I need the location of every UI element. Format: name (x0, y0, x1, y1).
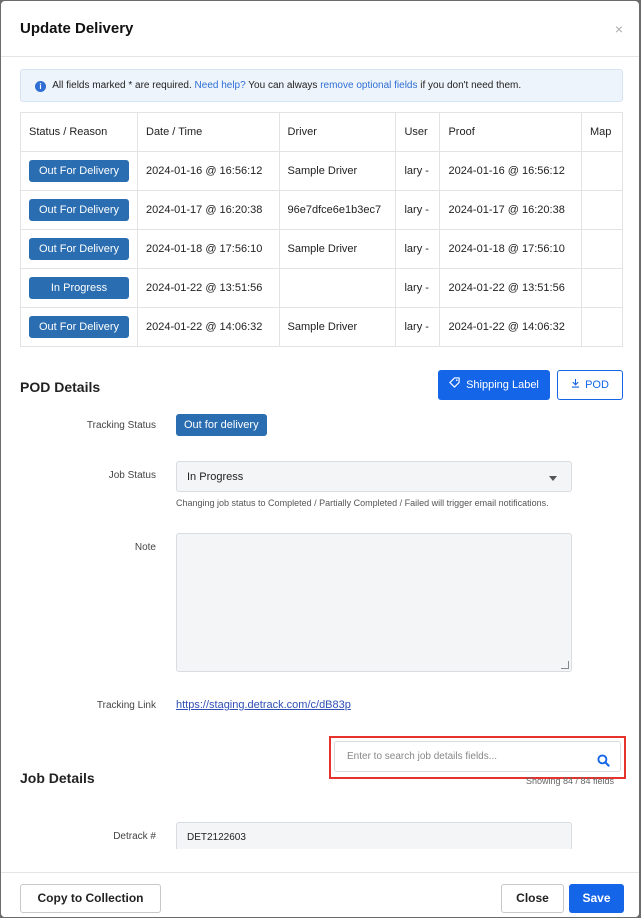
map-cell (580, 229, 624, 269)
status-badge[interactable]: In Progress (29, 277, 129, 299)
modal-header: Update Delivery × (1, 1, 639, 57)
driver-cell (278, 268, 397, 308)
user-cell: lary - (395, 268, 441, 308)
table-row: In Progress 2024-01-22 @ 13:51:56 lary -… (20, 268, 624, 308)
modal-title: Update Delivery (20, 20, 134, 37)
close-icon[interactable]: × (615, 21, 623, 37)
proof-cell: 2024-01-22 @ 14:06:32 (439, 307, 582, 347)
map-cell (580, 307, 624, 347)
map-cell (580, 151, 624, 191)
user-cell: lary - (395, 151, 441, 191)
col-status-reason: Status / Reason (20, 112, 138, 152)
proof-cell: 2024-01-16 @ 16:56:12 (439, 151, 582, 191)
job-details-title: Job Details (20, 770, 95, 786)
table-header-row: Status / Reason Date / Time Driver User … (20, 112, 624, 152)
download-icon (571, 371, 580, 399)
resize-handle-icon[interactable] (561, 661, 569, 669)
status-cell: In Progress (20, 268, 138, 308)
detrack-number-field[interactable]: DET2122603 (176, 822, 572, 849)
pod-details-title: POD Details (20, 379, 101, 395)
user-cell: lary - (395, 229, 441, 269)
tracking-link[interactable]: https://staging.detrack.com/c/dB83p (176, 699, 351, 711)
status-history-table: Status / Reason Date / Time Driver User … (20, 112, 624, 347)
close-button[interactable]: Close (501, 884, 564, 913)
col-user: User (395, 112, 441, 152)
remove-optional-fields-link[interactable]: remove optional fields (320, 80, 417, 91)
save-button[interactable]: Save (569, 884, 624, 913)
modal-footer: Copy to Collection Close Save (1, 872, 639, 917)
proof-cell: 2024-01-18 @ 17:56:10 (439, 229, 582, 269)
detrack-number-label: Detrack # (113, 831, 156, 842)
job-status-select[interactable]: In Progress (176, 461, 572, 492)
datetime-cell: 2024-01-18 @ 17:56:10 (137, 229, 280, 269)
info-text-mid: You can always (248, 80, 318, 91)
status-cell: Out For Delivery (20, 151, 138, 191)
col-map: Map (580, 112, 624, 152)
tracking-status-badge: Out for delivery (176, 414, 267, 436)
table-row: Out For Delivery 2024-01-18 @ 17:56:10 S… (20, 229, 624, 269)
datetime-cell: 2024-01-16 @ 16:56:12 (137, 151, 280, 191)
need-help-link[interactable]: Need help? (195, 80, 246, 91)
map-cell (580, 190, 624, 230)
note-label: Note (134, 542, 156, 553)
proof-cell: 2024-01-22 @ 13:51:56 (439, 268, 582, 308)
proof-cell: 2024-01-17 @ 16:20:38 (439, 190, 582, 230)
update-delivery-modal: Update Delivery × i All fields marked * … (1, 1, 639, 917)
copy-to-collection-button[interactable]: Copy to Collection (20, 884, 161, 913)
col-proof: Proof (439, 112, 582, 152)
status-cell: Out For Delivery (20, 229, 138, 269)
info-icon: i (35, 81, 46, 92)
job-status-hint: Changing job status to Completed / Parti… (176, 498, 549, 508)
pod-button-text: POD (585, 379, 609, 391)
fields-count: Showing 84 / 84 fields (526, 776, 615, 786)
info-text-required: All fields marked * are required. (52, 80, 192, 91)
datetime-cell: 2024-01-22 @ 14:06:32 (137, 307, 280, 347)
status-cell: Out For Delivery (20, 307, 138, 347)
table-row: Out For Delivery 2024-01-17 @ 16:20:38 9… (20, 190, 624, 230)
status-cell: Out For Delivery (20, 190, 138, 230)
col-date-time: Date / Time (137, 112, 280, 152)
status-badge[interactable]: Out For Delivery (29, 238, 129, 260)
col-driver: Driver (278, 112, 397, 152)
shipping-label-text: Shipping Label (466, 379, 539, 391)
status-badge[interactable]: Out For Delivery (29, 316, 129, 338)
table-row: Out For Delivery 2024-01-16 @ 16:56:12 S… (20, 151, 624, 191)
tag-icon (449, 370, 460, 400)
map-cell (580, 268, 624, 308)
job-status-label: Job Status (108, 470, 156, 481)
driver-cell: Sample Driver (278, 229, 397, 269)
driver-cell: Sample Driver (278, 151, 397, 191)
driver-cell: 96e7dfce6e1b3ec7 (278, 190, 397, 230)
user-cell: lary - (395, 190, 441, 230)
shipping-label-button[interactable]: Shipping Label (438, 370, 550, 400)
job-status-value: In Progress (187, 471, 244, 483)
search-placeholder: Enter to search job details fields... (347, 751, 498, 762)
table-row: Out For Delivery 2024-01-22 @ 14:06:32 S… (20, 307, 624, 347)
driver-cell: Sample Driver (278, 307, 397, 347)
datetime-cell: 2024-01-22 @ 13:51:56 (137, 268, 280, 308)
chevron-down-icon (549, 476, 557, 481)
datetime-cell: 2024-01-17 @ 16:20:38 (137, 190, 280, 230)
info-banner: i All fields marked * are required. Need… (20, 69, 623, 102)
modal-body[interactable]: i All fields marked * are required. Need… (1, 58, 639, 849)
pod-button[interactable]: POD (557, 370, 623, 400)
job-details-search-input[interactable]: Enter to search job details fields... (334, 741, 621, 772)
tracking-link-label: Tracking Link (96, 700, 156, 711)
info-text-after: if you don't need them. (420, 80, 522, 91)
status-badge[interactable]: Out For Delivery (29, 199, 129, 221)
note-textarea[interactable] (176, 533, 572, 672)
tracking-status-label: Tracking Status (86, 420, 156, 431)
status-badge[interactable]: Out For Delivery (29, 160, 129, 182)
user-cell: lary - (395, 307, 441, 347)
